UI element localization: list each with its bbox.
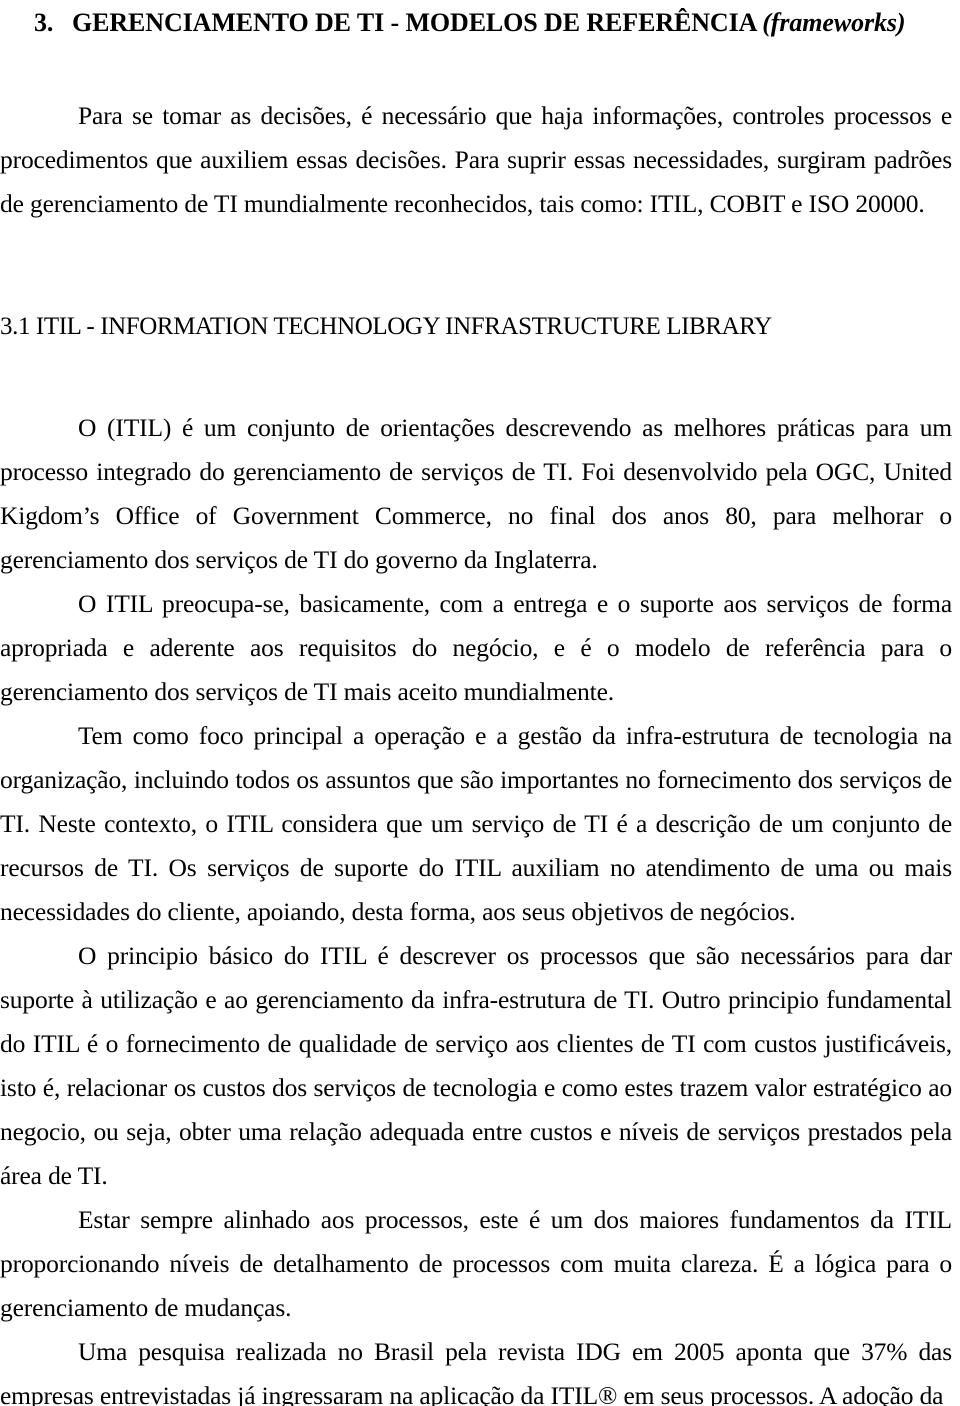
spacer-after-chapter-heading [0,42,952,94]
spacer-before-section-heading [0,226,952,310]
paragraph-itil-principles: O principio básico do ITIL é descrever o… [0,941,952,1190]
paragraph-itil-delivery-support: O ITIL preocupa-se, basicamente, com a e… [0,589,952,706]
spacer-after-section-heading [0,344,952,406]
paragraph-itil-definition: O (ITIL) é um conjunto de orientações de… [0,413,952,574]
chapter-number: 3. [34,8,54,37]
section-heading: 3.1 ITIL - INFORMATION TECHNOLOGY INFRAS… [0,313,772,340]
chapter-title-roman: GERENCIAMENTO DE TI - MODELOS DE REFERÊN… [72,8,763,37]
chapter-title-italic: (frameworks) [762,8,906,37]
document-page: 3. GERENCIAMENTO DE TI - MODELOS DE REFE… [0,0,960,1406]
body-paragraphs: O (ITIL) é um conjunto de orientações de… [0,406,952,1406]
chapter-title: GERENCIAMENTO DE TI - MODELOS DE REFERÊN… [72,4,906,42]
chapter-heading: 3. GERENCIAMENTO DE TI - MODELOS DE REFE… [0,0,952,42]
paragraph-itil-process-alignment: Estar sempre alinhado aos processos, est… [0,1205,952,1322]
intro-paragraph: Para se tomar as decisões, é necessário … [0,101,952,218]
paragraph-itil-focus: Tem como foco principal a operação e a g… [0,721,952,926]
paragraph-itil-survey: Uma pesquisa realizada no Brasil pela re… [0,1337,952,1406]
page-content: 3. GERENCIAMENTO DE TI - MODELOS DE REFE… [0,0,952,1406]
